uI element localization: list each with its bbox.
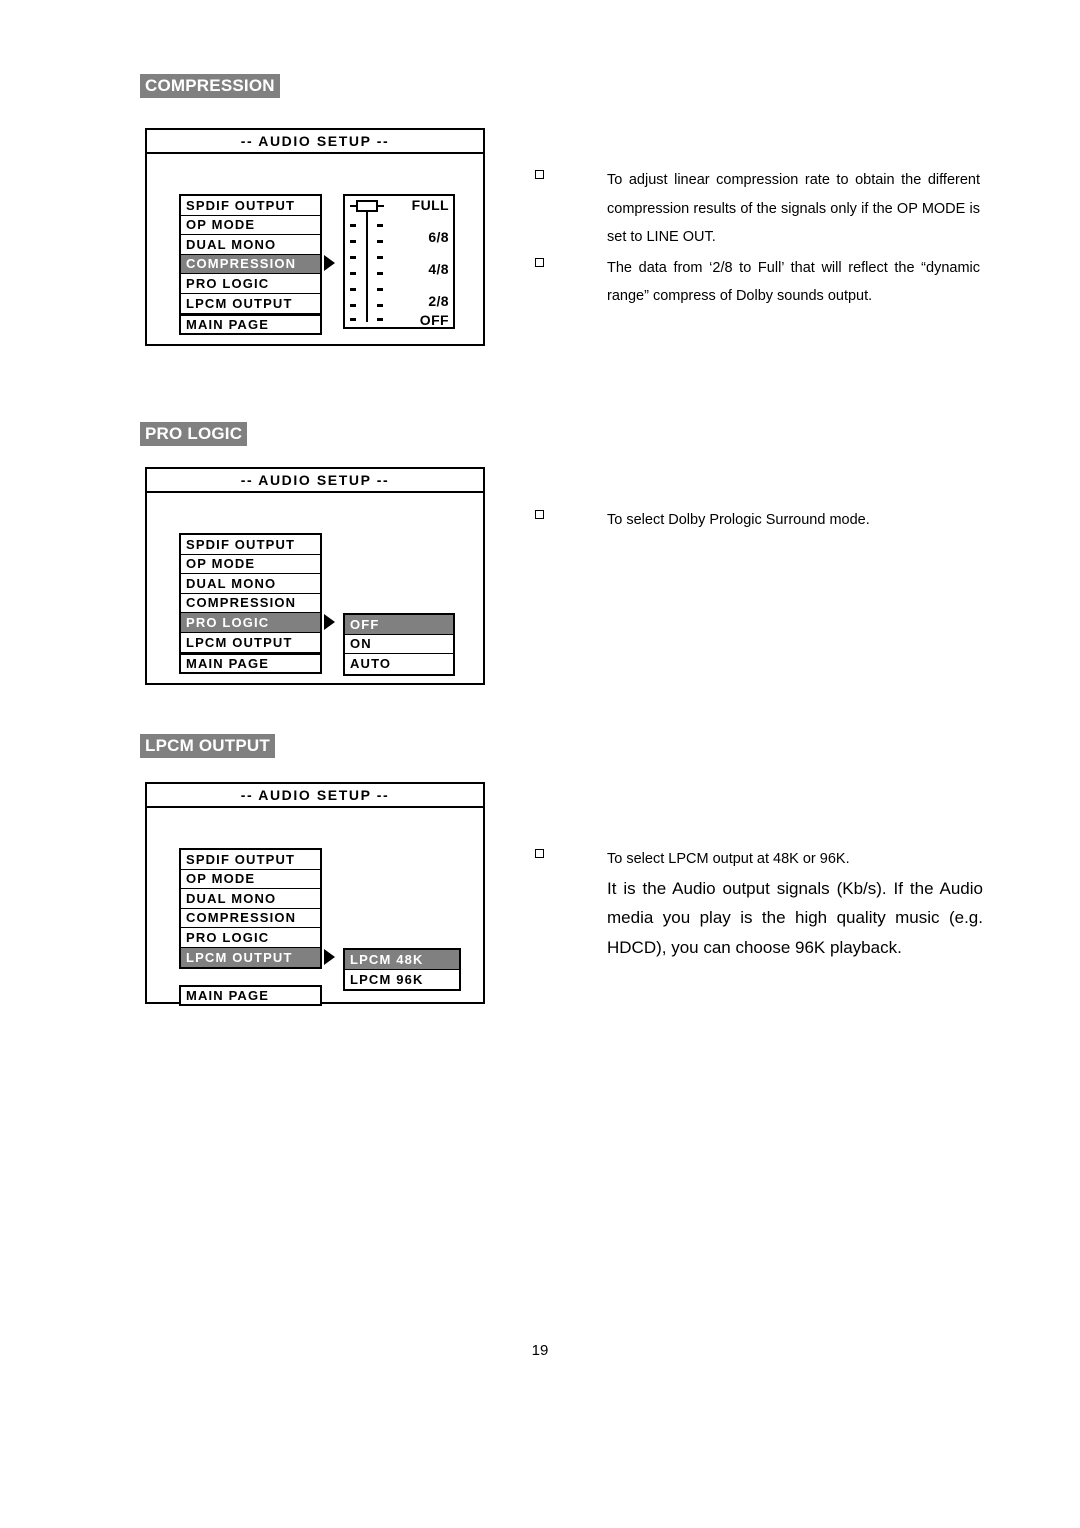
slider-tick-left bbox=[350, 318, 356, 321]
description-text: To adjust linear compression rate to obt… bbox=[607, 172, 980, 245]
menu-item-lpcm-output[interactable]: LPCM OUTPUT bbox=[181, 947, 320, 967]
slider-tick-right bbox=[377, 318, 383, 321]
description-lpcm-output: To select LPCM output at 48K or 96K. It … bbox=[535, 845, 983, 962]
description-compression: To adjust linear compression rate to obt… bbox=[535, 166, 980, 311]
description-item: The data from ‘2/8 to Full’ that will re… bbox=[535, 254, 980, 311]
slider-handle-stub-right bbox=[378, 205, 384, 207]
description-item: To select LPCM output at 48K or 96K. bbox=[535, 845, 983, 874]
menu-item-compression[interactable]: COMPRESSION bbox=[181, 594, 320, 613]
option-item-on[interactable]: ON bbox=[345, 635, 453, 654]
osd-title-compression: -- AUDIO SETUP -- bbox=[147, 130, 483, 154]
menu-item-compression[interactable]: COMPRESSION bbox=[181, 254, 320, 274]
compression-slider[interactable]: FULL 6/8 4/8 2/8 OFF bbox=[343, 194, 455, 329]
bullet-square-icon bbox=[535, 257, 544, 267]
page-number: 19 bbox=[531, 1342, 549, 1359]
bullet-square-icon bbox=[535, 170, 544, 179]
menu-item-dual-mono[interactable]: DUAL MONO bbox=[181, 574, 320, 594]
slider-tick-right bbox=[377, 256, 383, 259]
menu-item-pro-logic[interactable]: PRO LOGIC bbox=[181, 928, 320, 948]
selection-arrow-icon bbox=[324, 614, 335, 630]
section-heading-lpcm-output: LPCM OUTPUT bbox=[140, 734, 275, 758]
slider-label-off: OFF bbox=[419, 312, 449, 328]
menu-list-lpcm-output: SPDIF OUTPUT OP MODE DUAL MONO COMPRESSI… bbox=[179, 848, 322, 969]
slider-label-2-8: 2/8 bbox=[428, 293, 449, 309]
osd-body-compression: SPDIF OUTPUT OP MODE DUAL MONO COMPRESSI… bbox=[147, 154, 483, 344]
slider-tick-left bbox=[350, 272, 356, 275]
description-item: To select Dolby Prologic Surround mode. bbox=[535, 506, 980, 535]
osd-title-pro-logic: -- AUDIO SETUP -- bbox=[147, 469, 483, 493]
description-pro-logic: To select Dolby Prologic Surround mode. bbox=[535, 506, 980, 535]
main-page-button-compression[interactable]: MAIN PAGE bbox=[179, 314, 322, 335]
menu-item-pro-logic[interactable]: PRO LOGIC bbox=[181, 274, 320, 294]
osd-body-lpcm-output: SPDIF OUTPUT OP MODE DUAL MONO COMPRESSI… bbox=[147, 808, 483, 1006]
bullet-square-icon bbox=[535, 510, 544, 519]
slider-label-4-8: 4/8 bbox=[428, 261, 449, 277]
slider-label-6-8: 6/8 bbox=[428, 229, 449, 245]
menu-item-lpcm-output[interactable]: LPCM OUTPUT bbox=[181, 633, 320, 653]
menu-item-compression[interactable]: COMPRESSION bbox=[181, 909, 320, 928]
slider-track bbox=[366, 209, 368, 322]
section-heading-pro-logic: PRO LOGIC bbox=[140, 422, 248, 446]
menu-item-lpcm-output[interactable]: LPCM OUTPUT bbox=[181, 294, 320, 314]
main-page-button-pro-logic[interactable]: MAIN PAGE bbox=[179, 653, 322, 674]
slider-handle-stub-left bbox=[350, 205, 356, 207]
option-item-off[interactable]: OFF bbox=[345, 615, 453, 635]
selection-arrow-icon bbox=[324, 949, 335, 965]
description-text: To select Dolby Prologic Surround mode. bbox=[607, 512, 870, 528]
option-list-lpcm-output: LPCM 48K LPCM 96K bbox=[343, 948, 461, 991]
slider-handle[interactable] bbox=[356, 200, 378, 212]
slider-tick-left bbox=[350, 224, 356, 227]
menu-item-dual-mono[interactable]: DUAL MONO bbox=[181, 235, 320, 255]
description-text: To select LPCM output at 48K or 96K. bbox=[607, 851, 850, 867]
menu-item-spdif-output[interactable]: SPDIF OUTPUT bbox=[181, 535, 320, 555]
menu-item-op-mode[interactable]: OP MODE bbox=[181, 555, 320, 574]
bullet-square-icon bbox=[535, 849, 544, 858]
description-text: It is the Audio output signals (Kb/s). I… bbox=[607, 878, 983, 957]
slider-tick-left bbox=[350, 240, 356, 243]
slider-tick-left bbox=[350, 288, 356, 291]
slider-label-full: FULL bbox=[411, 197, 449, 213]
osd-panel-pro-logic: -- AUDIO SETUP -- SPDIF OUTPUT OP MODE D… bbox=[145, 467, 485, 685]
option-item-lpcm-48k[interactable]: LPCM 48K bbox=[345, 950, 459, 970]
menu-item-pro-logic[interactable]: PRO LOGIC bbox=[181, 613, 320, 633]
menu-list-compression: SPDIF OUTPUT OP MODE DUAL MONO COMPRESSI… bbox=[179, 194, 322, 315]
osd-title-lpcm-output: -- AUDIO SETUP -- bbox=[147, 784, 483, 808]
osd-panel-lpcm-output: -- AUDIO SETUP -- SPDIF OUTPUT OP MODE D… bbox=[145, 782, 485, 1006]
slider-tick-left bbox=[350, 256, 356, 259]
option-item-auto[interactable]: AUTO bbox=[345, 654, 453, 674]
section-heading-compression: COMPRESSION bbox=[140, 74, 280, 98]
description-text: The data from ‘2/8 to Full’ that will re… bbox=[607, 259, 980, 305]
description-item: To adjust linear compression rate to obt… bbox=[535, 166, 980, 252]
slider-tick-right bbox=[377, 224, 383, 227]
menu-item-dual-mono[interactable]: DUAL MONO bbox=[181, 889, 320, 909]
osd-panel-compression: -- AUDIO SETUP -- SPDIF OUTPUT OP MODE D… bbox=[145, 128, 485, 346]
slider-tick-right bbox=[377, 272, 383, 275]
main-page-button-lpcm-output[interactable]: MAIN PAGE bbox=[179, 985, 322, 1006]
menu-item-op-mode[interactable]: OP MODE bbox=[181, 870, 320, 889]
menu-item-spdif-output[interactable]: SPDIF OUTPUT bbox=[181, 850, 320, 870]
menu-item-op-mode[interactable]: OP MODE bbox=[181, 216, 320, 235]
option-list-pro-logic: OFF ON AUTO bbox=[343, 613, 455, 676]
description-item-extended: It is the Audio output signals (Kb/s). I… bbox=[535, 874, 983, 963]
osd-body-pro-logic: SPDIF OUTPUT OP MODE DUAL MONO COMPRESSI… bbox=[147, 493, 483, 683]
menu-list-pro-logic: SPDIF OUTPUT OP MODE DUAL MONO COMPRESSI… bbox=[179, 533, 322, 654]
slider-tick-left bbox=[350, 304, 356, 307]
selection-arrow-icon bbox=[324, 255, 335, 271]
slider-tick-right bbox=[377, 240, 383, 243]
slider-tick-right bbox=[377, 288, 383, 291]
menu-item-spdif-output[interactable]: SPDIF OUTPUT bbox=[181, 196, 320, 216]
option-item-lpcm-96k[interactable]: LPCM 96K bbox=[345, 970, 459, 990]
slider-tick-right bbox=[377, 304, 383, 307]
